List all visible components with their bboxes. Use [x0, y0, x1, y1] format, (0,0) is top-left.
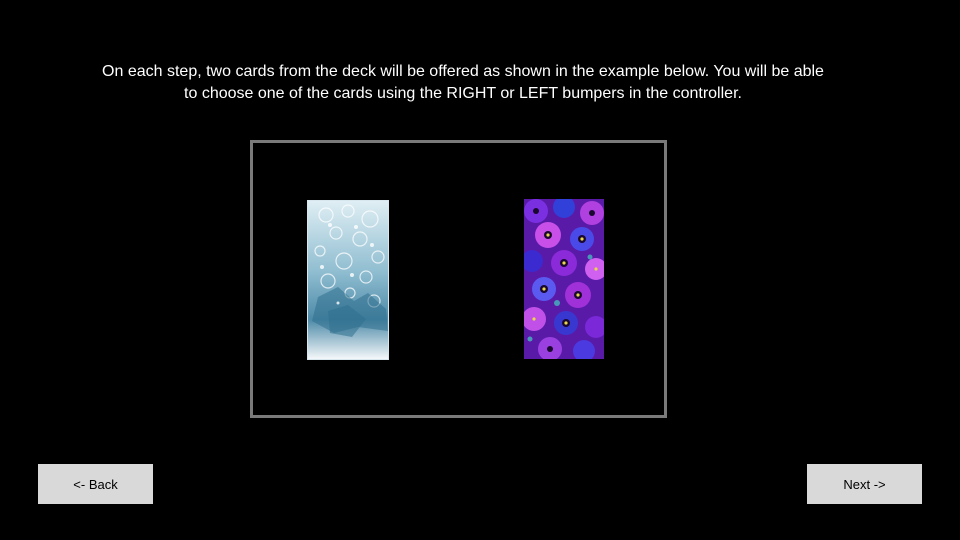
instructions-line-2: to choose one of the cards using the RIG…: [184, 85, 742, 102]
left-card: [307, 200, 389, 360]
next-button[interactable]: Next ->: [807, 464, 922, 504]
example-card-frame: [250, 140, 667, 418]
back-button[interactable]: <- Back: [38, 464, 153, 504]
snowflake-card-image: [308, 201, 388, 359]
right-card: [524, 199, 604, 359]
instructions-line-1: On each step, two cards from the deck wi…: [102, 63, 824, 80]
instructions-text: On each step, two cards from the deck wi…: [40, 61, 886, 105]
pansy-card-image: [524, 199, 604, 359]
